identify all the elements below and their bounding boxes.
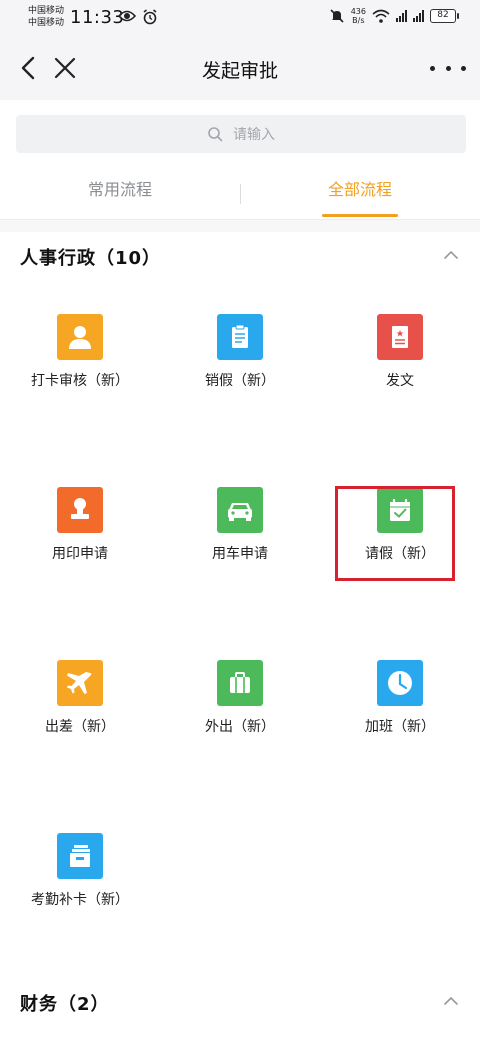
- nav-bar: 发起审批: [0, 36, 480, 100]
- briefcase-icon: [217, 660, 263, 706]
- grid-item-overtime[interactable]: 加班（新）: [320, 636, 480, 756]
- carrier-labels: 中国移动 中国移动: [28, 5, 64, 29]
- back-icon[interactable]: [16, 54, 42, 82]
- battery-icon: 82: [430, 9, 459, 23]
- grid-item-going-out[interactable]: 外出（新）: [160, 636, 320, 756]
- grid-item-label: 销假（新）: [205, 373, 275, 389]
- highlight-box: [335, 486, 455, 581]
- section-title: 人事行政（10）: [20, 248, 162, 269]
- grid-item-label: 加班（新）: [365, 719, 435, 735]
- grid-item-label: 用印申请: [52, 546, 108, 562]
- document-icon: [377, 314, 423, 360]
- card-stack-icon: [57, 833, 103, 879]
- section-header-finance[interactable]: 财务（2）: [0, 978, 480, 1024]
- eye-icon: [118, 10, 136, 22]
- search-area: 请输入: [0, 100, 480, 170]
- grid-item-clock-in-review[interactable]: 打卡审核（新）: [0, 290, 160, 410]
- alarm-icon: [143, 9, 157, 25]
- grid-item-document[interactable]: 发文: [320, 290, 480, 410]
- carrier-2: 中国移动: [28, 18, 65, 28]
- chevron-up-icon[interactable]: [442, 246, 460, 264]
- close-icon[interactable]: [52, 54, 78, 82]
- status-bar: 中国移动 中国移动 11:33 436 B/s 82: [0, 0, 480, 36]
- active-tab-indicator: [322, 214, 398, 217]
- status-right-icons: 436 B/s 82: [329, 7, 459, 25]
- signal-icon-1: [396, 10, 407, 22]
- grid-item-label: 外出（新）: [205, 719, 275, 735]
- grid-item-cancel-leave[interactable]: 销假（新）: [160, 290, 320, 410]
- search-placeholder: 请输入: [233, 127, 275, 143]
- grid-item-label: 用车申请: [212, 546, 268, 562]
- tab-common-flows[interactable]: 常用流程: [0, 170, 240, 220]
- section-header-hr[interactable]: 人事行政（10）: [0, 232, 480, 278]
- status-left-icons: [118, 9, 158, 25]
- tab-all-flows[interactable]: 全部流程: [240, 170, 480, 220]
- stamp-icon: [57, 487, 103, 533]
- clipboard-icon: [217, 314, 263, 360]
- carrier-1: 中国移动: [28, 6, 65, 16]
- grid-item-label: 打卡审核（新）: [31, 373, 129, 389]
- grid-item-seal-request[interactable]: 用印申请: [0, 463, 160, 583]
- more-icon[interactable]: [430, 56, 466, 80]
- clock-icon: [377, 660, 423, 706]
- section-gap: [0, 220, 480, 232]
- grid-item-business-trip[interactable]: 出差（新）: [0, 636, 160, 756]
- airplane-icon: [57, 660, 103, 706]
- grid-item-label: 出差（新）: [45, 719, 115, 735]
- tab-bar: 常用流程 全部流程: [0, 170, 480, 220]
- wifi-icon: [372, 9, 390, 23]
- grid-item-vehicle-request[interactable]: 用车申请: [160, 463, 320, 583]
- grid-item-label: 考勤补卡（新）: [31, 892, 129, 908]
- search-input[interactable]: 请输入: [16, 115, 466, 153]
- car-icon: [217, 487, 263, 533]
- net-speed: 436 B/s: [350, 7, 366, 25]
- status-time: 11:33: [70, 7, 125, 28]
- grid-item-label: 发文: [386, 373, 414, 389]
- signal-icon-2: [413, 10, 424, 22]
- grid-item-attendance-makeup[interactable]: 考勤补卡（新）: [0, 809, 160, 929]
- person-icon: [57, 314, 103, 360]
- section-title: 财务（2）: [20, 994, 110, 1015]
- search-icon: [208, 127, 223, 142]
- mute-bell-icon: [330, 9, 344, 23]
- chevron-up-icon[interactable]: [442, 992, 460, 1010]
